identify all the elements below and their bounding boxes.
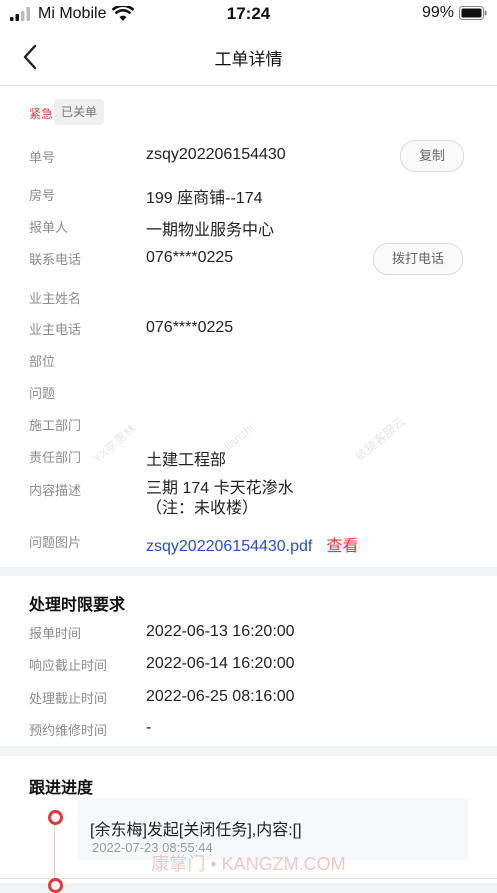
owner-phone-label: 业主电话 [29,322,82,337]
battery-percent: 99% [421,4,454,21]
urgent-badge: 紧急 [29,107,54,121]
timeline-dot-icon [48,878,63,893]
construction-dept-label: 施工部门 [29,418,82,433]
issue-image-value: zsqy202206154430.pdf 查看 [146,532,358,556]
response-deadline-label: 响应截止时间 [29,658,108,673]
reporter-label: 报单人 [29,220,69,235]
room-label: 房号 [29,188,56,203]
progress-title: 跟进进度 [29,780,94,797]
time-requirements-title: 处理时限要求 [29,597,126,614]
description-label: 内容描述 [29,483,82,498]
order-no-label: 单号 [29,150,56,165]
view-image-link[interactable]: 查看 [326,538,358,555]
reporter-value: 一期物业服务中心 [146,222,275,239]
timeline-entry-time: 2022-07-23 08:55:44 [92,840,213,855]
process-deadline-label: 处理截止时间 [29,691,108,706]
response-deadline-value: 2022-06-14 16:20:00 [146,655,295,672]
description-line-2: （注：未收楼） [146,500,259,517]
appointment-time-value: - [146,719,152,736]
description-value: 三期 174 卡天花渗水 （注：未收楼） [146,479,446,519]
copy-button[interactable]: 复制 [400,140,465,172]
issue-label: 问题 [29,386,56,401]
timeline-dot-icon [48,810,63,825]
appointment-time-label: 预约维修时间 [29,723,108,738]
owner-name-label: 业主姓名 [29,291,82,306]
part-label: 部位 [29,354,56,369]
report-time-label: 报单时间 [29,626,82,641]
timeline-line [54,822,55,883]
timeline-entry-text: [余东梅]发起[关闭任务],内容:[] [90,822,302,839]
status-badge: 已关单 [54,99,105,125]
contact-phone-label: 联系电话 [29,252,82,267]
report-time-value: 2022-06-13 16:20:00 [146,623,295,640]
description-line-1: 三期 174 卡天花渗水 [146,480,294,497]
responsible-dept-value: 土建工程部 [146,452,227,469]
issue-image-label: 问题图片 [29,535,82,550]
contact-phone-value: 076****0225 [146,249,234,266]
status-right: 99% [422,4,487,22]
page-title: 工单详情 [214,50,283,69]
call-button[interactable]: 拨打电话 [373,243,464,275]
divider [0,878,497,879]
process-deadline-value: 2022-06-25 08:16:00 [146,688,295,705]
responsible-dept-label: 责任部门 [29,450,82,465]
order-no-value: zsqy202206154430 [146,146,286,163]
issue-image-file-link[interactable]: zsqy202206154430.pdf [146,538,312,555]
room-value: 199 座商铺--174 [146,190,263,207]
status-bar: Mi Mobile 17:24 99% [0,0,497,28]
battery-icon [459,6,487,20]
owner-phone-value: 076****0225 [146,319,234,336]
navigation-bar: 工单详情 [0,28,497,86]
